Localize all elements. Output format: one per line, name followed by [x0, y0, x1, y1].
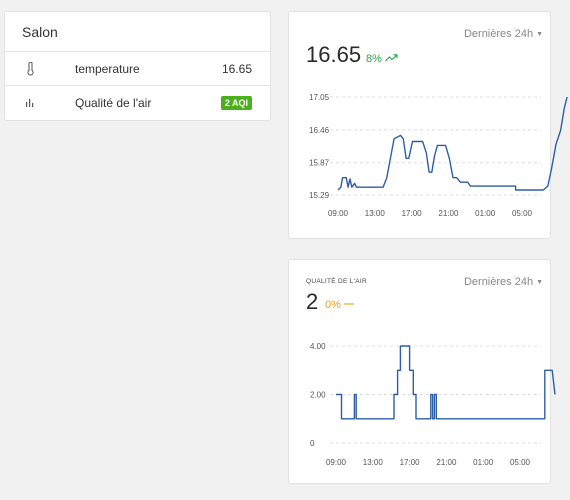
x-tick-label: 09:00	[326, 458, 347, 467]
x-tick-label: 05:00	[510, 458, 531, 467]
series-line	[337, 96, 568, 191]
y-tick-label: 15.29	[309, 191, 330, 200]
x-tick-label: 17:00	[402, 209, 423, 218]
y-tick-label: 4.00	[310, 342, 326, 351]
x-tick-label: 13:00	[365, 209, 386, 218]
bar-chart-icon	[26, 99, 34, 107]
x-tick-label: 17:00	[400, 458, 421, 467]
y-tick-label: 15.87	[309, 159, 330, 168]
thermometer-icon	[27, 62, 34, 76]
y-tick-label: 17.05	[309, 93, 330, 102]
temperature-chart-card: Dernières 24h ▼ 16.65 8% 17.05 16.46 15.87 1…	[288, 11, 568, 239]
x-tick-label: 13:00	[363, 458, 384, 467]
temperature-value: 16.65	[221, 62, 252, 76]
x-tick-label: 09:00	[328, 209, 349, 218]
temperature-line-chart: 17.05 16.46 15.87 15.29 09:00 13:00 17:00 21:00…	[309, 93, 568, 218]
y-tick-label: 2.00	[310, 391, 326, 400]
room-title: Salon	[5, 12, 270, 52]
aqi-badge: 2 AQI	[220, 96, 252, 110]
series-line	[336, 345, 556, 420]
temperature-label: temperature	[75, 62, 140, 76]
y-tick-label: 16.46	[309, 126, 330, 135]
x-tick-label: 21:00	[436, 458, 457, 467]
x-tick-label: 21:00	[438, 209, 459, 218]
room-card: Salon temperature 16.65 Qualité de l'air…	[4, 11, 271, 121]
temperature-row[interactable]: temperature 16.65	[5, 52, 270, 86]
air-quality-label: Qualité de l'air	[75, 96, 152, 110]
y-tick-label: 0	[310, 439, 315, 448]
x-tick-label: 05:00	[512, 209, 533, 218]
x-tick-label: 01:00	[475, 209, 496, 218]
air-quality-chart-card: QUALITÉ DE L'AIR Dernières 24h ▼ 2 0% 4.0…	[288, 259, 556, 484]
air-quality-row[interactable]: Qualité de l'air 2 AQI	[5, 86, 270, 120]
x-tick-label: 01:00	[473, 458, 494, 467]
air-quality-line-chart: 4.00 2.00 0 09:00 13:00 17:00 21:00 01:00 05:00	[310, 342, 556, 467]
